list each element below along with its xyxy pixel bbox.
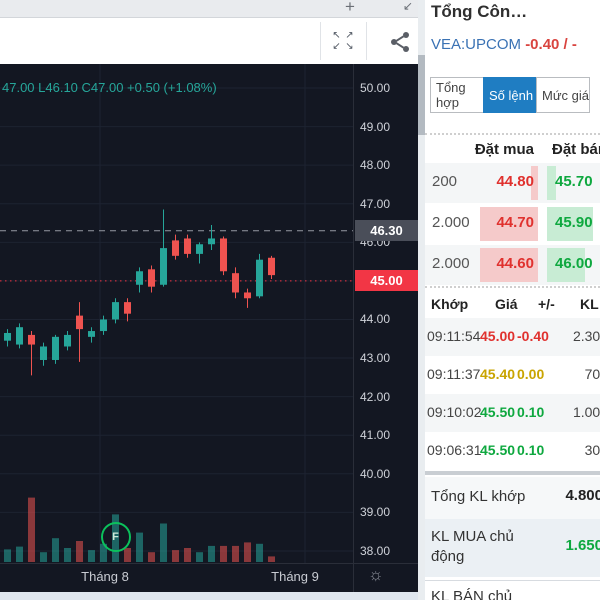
fullscreen-arrow-se: ↘	[343, 41, 356, 52]
panel-tabs: Tổng hợp Số lệnh Mức giá	[430, 77, 590, 113]
scrollbar-thumb[interactable]	[418, 55, 425, 135]
ohlc-legend: 47.00 L46.10 C47.00 +0.50 (+1.08%)	[2, 80, 217, 95]
toolbar-divider	[366, 22, 367, 60]
summary-buy-value: 1.650	[565, 537, 600, 554]
price-tick-label: 50.00	[360, 81, 416, 95]
symbol-row: VEA:UPCOM -0.40 / -	[431, 36, 577, 53]
candlestick-chart[interactable]: 47.00 L46.10 C47.00 +0.50 (+1.08%) 50.00…	[0, 64, 418, 600]
summary-total-label: Tổng KL khớp	[431, 487, 525, 507]
trade-price: 45.50	[480, 404, 515, 420]
price-tick-label: 42.00	[360, 390, 416, 404]
sell-price: 45.90	[555, 214, 593, 231]
trade-change: 0.10	[517, 442, 544, 458]
summary-buy-label: KL MUA chủ động	[431, 527, 541, 567]
price-tick-label: 44.00	[360, 312, 416, 326]
section-divider	[425, 471, 600, 475]
chart-canvas[interactable]	[0, 64, 418, 592]
summary-sell-row: KL BÁN chủ	[425, 580, 600, 600]
buy-price: 44.70	[496, 214, 534, 231]
tab-tong-hop[interactable]: Tổng hợp	[430, 77, 483, 113]
event-marker-icon[interactable]: F	[101, 522, 131, 552]
collapse-arrow-icon[interactable]: ↙	[403, 0, 413, 13]
fullscreen-arrow-sw: ↙	[330, 41, 343, 52]
chart-pane: + ↙ ↖ ↗ ↙ ↘ 47.00 L46.10 C47.00 +0.50 (+	[0, 0, 418, 600]
chart-toolbar: ↖ ↗ ↙ ↘	[0, 18, 418, 64]
col-price: Giá	[495, 296, 518, 312]
trade-price: 45.00	[480, 328, 515, 344]
trade-row: 09:06:31 45.50 0.10 300	[425, 432, 600, 470]
buy-price: 44.80	[496, 173, 534, 190]
buy-price: 44.60	[496, 255, 534, 272]
price-axis-border	[353, 64, 354, 600]
trade-price: 45.40	[480, 366, 515, 382]
col-change: +/-	[538, 296, 555, 312]
fullscreen-arrow-ne: ↗	[343, 30, 356, 41]
summary-total-row: Tổng KL khớp 4.800	[425, 477, 600, 519]
price-tag: 45.00	[355, 270, 418, 291]
trade-volume: 700	[585, 366, 600, 382]
buy-volume: 2.000	[432, 255, 470, 272]
trade-change: 0.00	[517, 366, 544, 382]
order-book-row[interactable]: 200 44.80 45.70	[425, 163, 600, 203]
trades-header: Khớp Giá +/- KL	[425, 292, 600, 318]
company-title: Tổng Côn…	[431, 2, 527, 22]
trade-time: 09:11:54	[427, 328, 480, 344]
order-panel: Tổng Côn… VEA:UPCOM -0.40 / - Tổng hợp S…	[425, 0, 600, 600]
price-tick-label: 48.00	[360, 158, 416, 172]
trade-change: -0.40	[517, 328, 549, 344]
order-book-row[interactable]: 2.000 44.60 46.00	[425, 245, 600, 285]
trade-row: 09:11:54 45.00 -0.40 2.300	[425, 318, 600, 356]
price-change-label: -0.40 / -	[525, 36, 577, 53]
toolbar-divider	[320, 22, 321, 60]
price-tick-label: 38.00	[360, 544, 416, 558]
summary-sell-label: KL BÁN chủ	[431, 587, 512, 600]
time-axis[interactable]: Tháng 8 Tháng 9 ☼	[0, 563, 418, 593]
price-tag: 46.30	[355, 220, 418, 241]
add-icon[interactable]: +	[345, 0, 355, 17]
col-matched: Khớp	[431, 296, 468, 312]
sell-header: Đặt bán	[552, 141, 600, 158]
buy-volume: 200	[432, 173, 457, 190]
time-tick-label: Tháng 8	[81, 569, 129, 584]
trade-volume: 2.300	[573, 328, 600, 344]
trade-time: 09:06:31	[427, 442, 482, 458]
mini-toolbar: + ↙	[0, 0, 418, 18]
chart-bottom-strip	[0, 592, 418, 600]
vertical-scrollbar[interactable]	[418, 0, 425, 600]
sell-price: 46.00	[555, 255, 593, 272]
share-icon[interactable]	[388, 30, 412, 54]
tab-so-lenh[interactable]: Số lệnh	[483, 77, 536, 113]
trade-time: 09:11:37	[427, 366, 480, 382]
buy-header: Đặt mua	[475, 141, 534, 158]
summary-buy-row: KL MUA chủ động 1.650	[425, 519, 600, 577]
price-tick-label: 43.00	[360, 351, 416, 365]
order-book-row[interactable]: 2.000 44.70 45.90	[425, 204, 600, 244]
symbol-label[interactable]: VEA:UPCOM	[431, 36, 521, 53]
gear-icon[interactable]: ☼	[368, 565, 384, 585]
trade-volume: 1.000	[573, 404, 600, 420]
order-book-header: Đặt mua Đặt bán	[425, 133, 600, 163]
trade-price: 45.50	[480, 442, 515, 458]
trade-change: 0.10	[517, 404, 544, 420]
event-marker-letter: F	[112, 531, 119, 543]
tab-muc-gia[interactable]: Mức giá	[536, 77, 590, 113]
trade-time: 09:10:02	[427, 404, 482, 420]
price-tick-label: 41.00	[360, 428, 416, 442]
sell-price: 45.70	[555, 173, 593, 190]
fullscreen-icon[interactable]: ↖ ↗ ↙ ↘	[330, 30, 356, 52]
time-tick-label: Tháng 9	[271, 569, 319, 584]
buy-volume: 2.000	[432, 214, 470, 231]
trade-row: 09:11:37 45.40 0.00 700	[425, 356, 600, 394]
price-tick-label: 40.00	[360, 467, 416, 481]
col-volume: KL	[580, 296, 599, 312]
price-tick-label: 49.00	[360, 120, 416, 134]
price-tick-label: 47.00	[360, 197, 416, 211]
dotted-divider	[425, 286, 600, 288]
trade-row: 09:10:02 45.50 0.10 1.000	[425, 394, 600, 432]
trade-volume: 300	[585, 442, 600, 458]
summary-total-value: 4.800	[565, 487, 600, 504]
trading-app: + ↙ ↖ ↗ ↙ ↘ 47.00 L46.10 C47.00 +0.50 (+	[0, 0, 600, 600]
price-tick-label: 39.00	[360, 505, 416, 519]
fullscreen-arrow-nw: ↖	[330, 30, 343, 41]
